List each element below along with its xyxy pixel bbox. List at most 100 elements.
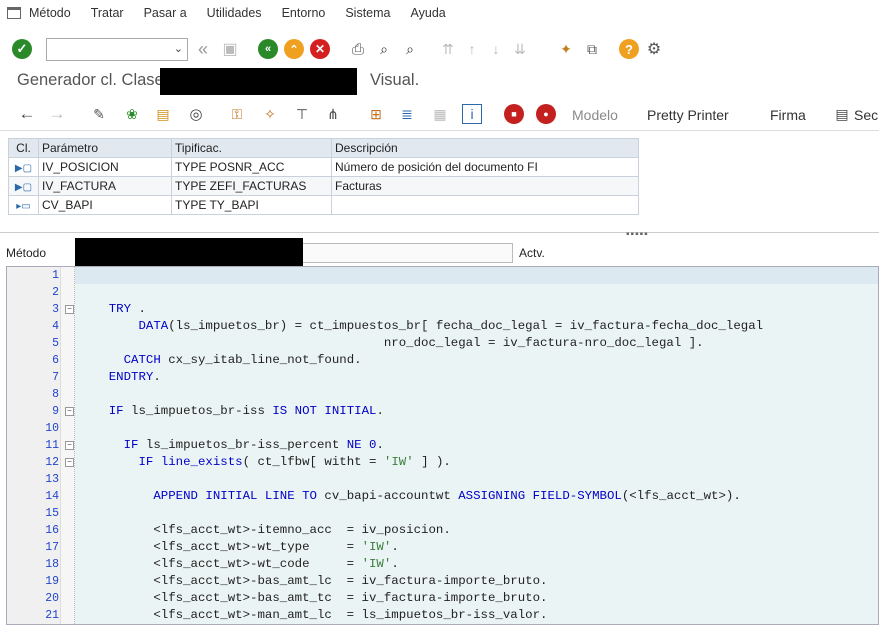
arrow-right-icon[interactable]: → <box>47 104 67 124</box>
info-icon[interactable]: i <box>462 104 482 124</box>
code-line[interactable]: 8 <box>7 386 878 403</box>
help-icon[interactable]: ? <box>619 39 639 59</box>
new-session-icon[interactable]: ✦ <box>556 39 576 59</box>
chevron-down-icon[interactable]: ⌄ <box>174 42 183 55</box>
pretty-printer-button[interactable]: Pretty Printer <box>647 107 729 123</box>
code-line[interactable]: 17 <lfs_acct_wt>-wt_type = 'IW'. <box>7 539 878 556</box>
wizard-icon[interactable]: ✧ <box>260 104 280 124</box>
find-icon[interactable]: ⌕ <box>374 39 394 59</box>
find-next-icon[interactable]: ⌕ <box>400 39 420 59</box>
code-line[interactable]: 18 <lfs_acct_wt>-wt_code = 'IW'. <box>7 556 878 573</box>
code-line[interactable]: 9 IF ls_impuetos_br-iss IS NOT INITIAL. − <box>7 403 878 420</box>
code-line[interactable]: 3 TRY . − <box>7 301 878 318</box>
hierarchy-icon[interactable]: ⊞ <box>366 104 386 124</box>
fold-toggle-icon[interactable]: − <box>65 305 74 314</box>
save-icon[interactable]: ▣ <box>220 39 240 59</box>
code-line[interactable]: 19 <lfs_acct_wt>-bas_amt_lc = iv_factura… <box>7 573 878 590</box>
test-icon[interactable]: ⚿ <box>227 104 247 124</box>
code-line[interactable]: 4 DATA(ls_impuetos_br) = ct_impuestos_br… <box>7 318 878 335</box>
stack-icon[interactable]: ≣ <box>397 104 417 124</box>
code-text[interactable]: DATA(ls_impuetos_br) = ct_impuestos_br[ … <box>79 318 764 335</box>
code-text[interactable]: <lfs_acct_wt>-bas_amt_lc = iv_factura-im… <box>79 573 547 590</box>
where-used-icon[interactable]: ◎ <box>186 104 206 124</box>
next-page-icon[interactable]: ↓ <box>486 39 506 59</box>
code-text[interactable]: <lfs_acct_wt>-bas_amt_tc = iv_factura-im… <box>79 590 547 607</box>
shortcut-icon[interactable]: ⧉ <box>582 39 602 59</box>
code-text[interactable]: TRY . <box>79 301 146 318</box>
param-type[interactable]: TYPE TY_BAPI <box>171 195 332 215</box>
code-editor[interactable]: 123 TRY . −4 DATA(ls_impuetos_br) = ct_im… <box>6 266 879 625</box>
prev-page-icon[interactable]: ↑ <box>462 39 482 59</box>
param-name[interactable]: CV_BAPI <box>38 195 172 215</box>
firma-button[interactable]: Firma <box>770 107 806 123</box>
code-text[interactable]: CATCH cx_sy_itab_line_not_found. <box>79 352 362 369</box>
exit-icon[interactable]: ⌃ <box>284 39 304 59</box>
fold-toggle-icon[interactable]: − <box>65 458 74 467</box>
system-menu-icon[interactable] <box>7 7 21 19</box>
param-type[interactable]: TYPE ZEFI_FACTURAS <box>171 176 332 196</box>
enter-check-icon[interactable]: ✓ <box>12 39 32 59</box>
code-text[interactable]: <lfs_acct_wt>-wt_type = 'IW'. <box>79 539 398 556</box>
fork-icon[interactable]: ⋔ <box>323 104 343 124</box>
fold-toggle-icon[interactable]: − <box>65 441 74 450</box>
code-text[interactable]: <lfs_acct_wt>-itemno_acc = iv_posicion. <box>79 522 450 539</box>
stop-icon[interactable]: ■ <box>504 104 524 124</box>
code-line[interactable]: 21 <lfs_acct_wt>-man_amt_lc = ls_impueto… <box>7 607 878 624</box>
code-line[interactable]: 6 CATCH cx_sy_itab_line_not_found. <box>7 352 878 369</box>
code-line[interactable]: 10 <box>7 420 878 437</box>
code-line[interactable]: 16 <lfs_acct_wt>-itemno_acc = iv_posicio… <box>7 522 878 539</box>
menu-entorno[interactable]: Entorno <box>282 6 326 20</box>
param-name[interactable]: IV_FACTURA <box>38 176 172 196</box>
param-desc[interactable]: Número de posición del documento FI <box>331 157 639 177</box>
param-type[interactable]: TYPE POSNR_ACC <box>171 157 332 177</box>
print-icon[interactable]: ⎙ <box>348 39 368 59</box>
cancel-icon[interactable]: ✕ <box>310 39 330 59</box>
code-text[interactable]: IF ls_impuetos_br-iss_percent NE 0. <box>79 437 384 454</box>
code-text[interactable]: IF line_exists( ct_lfbw[ witht = 'IW' ] … <box>79 454 451 471</box>
double-back-icon[interactable]: « <box>193 39 213 59</box>
sec-button[interactable]: Sec <box>854 107 878 123</box>
gear-icon[interactable]: ⚙ <box>644 39 664 59</box>
code-text[interactable]: APPEND INITIAL LINE TO cv_bapi-accountwt… <box>79 488 740 505</box>
code-line[interactable]: 7 ENDTRY. <box>7 369 878 386</box>
command-field[interactable]: ⌄ <box>46 38 188 61</box>
code-line[interactable]: 11 IF ls_impuetos_br-iss_percent NE 0. − <box>7 437 878 454</box>
menu-utilidades[interactable]: Utilidades <box>207 6 262 20</box>
code-line[interactable]: 5 nro_doc_legal = iv_factura-nro_doc_leg… <box>7 335 878 352</box>
display-change-icon[interactable]: ✎ <box>89 104 109 124</box>
code-text[interactable]: <lfs_acct_wt>-man_amt_lc = ls_impuetos_b… <box>79 607 547 624</box>
code-line[interactable]: 15 <box>7 505 878 522</box>
breakpoint-icon[interactable]: ● <box>536 104 556 124</box>
menu-tratar[interactable]: Tratar <box>91 6 124 20</box>
document-icon[interactable]: ▤ <box>832 104 852 124</box>
code-line[interactable]: 12 IF line_exists( ct_lfbw[ witht = 'IW'… <box>7 454 878 471</box>
param-desc[interactable]: Facturas <box>331 176 639 196</box>
back-icon[interactable]: « <box>258 39 278 59</box>
activate-icon[interactable]: ❀ <box>122 104 142 124</box>
table-row[interactable]: ▶▢ IV_FACTURA TYPE ZEFI_FACTURAS Factura… <box>8 176 639 196</box>
fold-toggle-icon[interactable]: − <box>65 407 74 416</box>
param-desc[interactable] <box>331 195 639 215</box>
menu-metodo[interactable]: Método <box>29 6 71 20</box>
code-line[interactable]: 20 <lfs_acct_wt>-bas_amt_tc = iv_factura… <box>7 590 878 607</box>
check-object-icon[interactable]: ▤ <box>153 104 173 124</box>
code-line[interactable]: 13 <box>7 471 878 488</box>
layout-icon[interactable]: ▦ <box>430 104 450 124</box>
code-text[interactable]: <lfs_acct_wt>-wt_code = 'IW'. <box>79 556 398 573</box>
last-page-icon[interactable]: ⇊ <box>510 39 530 59</box>
table-row[interactable]: ▸▭ CV_BAPI TYPE TY_BAPI <box>8 195 639 215</box>
first-page-icon[interactable]: ⇈ <box>438 39 458 59</box>
pattern-icon[interactable]: ⊤ <box>292 104 312 124</box>
arrow-left-icon[interactable]: ← <box>17 104 37 124</box>
menu-pasar-a[interactable]: Pasar a <box>144 6 187 20</box>
param-name[interactable]: IV_POSICION <box>38 157 172 177</box>
code-text[interactable]: ENDTRY. <box>79 369 161 386</box>
menu-ayuda[interactable]: Ayuda <box>411 6 446 20</box>
code-text[interactable]: IF ls_impuetos_br-iss IS NOT INITIAL. <box>79 403 384 420</box>
table-row[interactable]: ▶▢ IV_POSICION TYPE POSNR_ACC Número de … <box>8 157 639 177</box>
code-line[interactable]: 1 <box>7 267 878 284</box>
code-line[interactable]: 2 <box>7 284 878 301</box>
code-line[interactable]: 14 APPEND INITIAL LINE TO cv_bapi-accoun… <box>7 488 878 505</box>
menu-sistema[interactable]: Sistema <box>345 6 390 20</box>
modelo-button[interactable]: Modelo <box>572 107 618 123</box>
